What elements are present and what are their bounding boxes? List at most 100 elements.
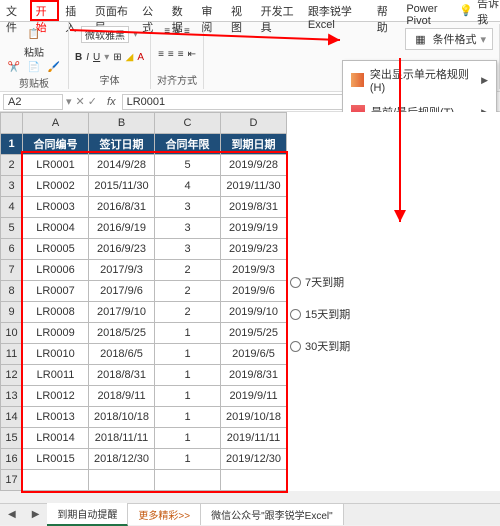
cell[interactable]: 2018/5/25 [89,323,155,344]
align-top-icon[interactable]: ≡ [164,26,170,37]
menu-file[interactable]: 文件 [0,0,30,21]
menu-review[interactable]: 审阅 [195,0,225,21]
grid[interactable]: A B C D 1 合同编号 签订日期 合同年限 到期日期 2LR0001201… [0,112,287,491]
cell[interactable]: LR0014 [23,428,89,449]
fill-color-button[interactable]: ◢ [126,52,134,63]
select-all-corner[interactable] [1,113,23,134]
cell[interactable]: 2019/10/18 [221,407,287,428]
col-C[interactable]: C [155,113,221,134]
cell[interactable]: 2018/11/11 [89,428,155,449]
cell[interactable]: 2019/9/28 [221,155,287,176]
col-A[interactable]: A [23,113,89,134]
cell[interactable]: 3 [155,197,221,218]
menu-pagelayout[interactable]: 页面布局 [89,0,136,21]
hdr-sign[interactable]: 签订日期 [89,134,155,155]
row-6[interactable]: 6 [1,239,23,260]
cell[interactable]: LR0011 [23,365,89,386]
menu-insert[interactable]: 插入 [59,0,89,21]
name-box[interactable]: A2 [3,94,63,110]
row-5[interactable]: 5 [1,218,23,239]
row-4[interactable]: 4 [1,197,23,218]
cell[interactable]: LR0008 [23,302,89,323]
cell[interactable]: 1 [155,407,221,428]
cell[interactable]: 1 [155,386,221,407]
align-bot-icon[interactable]: ≡ [184,26,190,37]
cell[interactable]: 2014/9/28 [89,155,155,176]
radio-7d[interactable]: 7天到期 [290,274,350,290]
cell[interactable]: 2019/11/11 [221,428,287,449]
align-center-icon[interactable]: ≡ [168,49,174,60]
tellme-label[interactable]: 告诉我 [477,0,500,27]
cell[interactable]: 2019/8/31 [221,197,287,218]
menu-data[interactable]: 数据 [166,0,196,21]
cell[interactable]: 2 [155,302,221,323]
menu-help[interactable]: 帮助 [371,0,401,21]
cell[interactable]: 2019/9/11 [221,386,287,407]
bold-button[interactable]: B [75,52,82,63]
indent-icon[interactable]: ⇤ [188,49,196,60]
cell[interactable]: 2017/9/3 [89,260,155,281]
cell[interactable]: LR0004 [23,218,89,239]
cell[interactable]: 5 [155,155,221,176]
format-painter-icon[interactable]: 🖌️ [46,59,62,75]
font-selector[interactable]: 微软雅黑 [81,26,129,43]
cell[interactable]: 2018/9/11 [89,386,155,407]
cell[interactable]: LR0012 [23,386,89,407]
radio-30d[interactable]: 30天到期 [290,338,350,354]
cell[interactable]: 2019/9/6 [221,281,287,302]
menu-formulas[interactable]: 公式 [136,0,166,21]
row-8[interactable]: 8 [1,281,23,302]
dd-highlight-rules[interactable]: 突出显示单元格规则(H)▶ [343,61,496,99]
row-15[interactable]: 15 [1,428,23,449]
cell[interactable]: LR0010 [23,344,89,365]
cell[interactable]: 2019/9/3 [221,260,287,281]
col-B[interactable]: B [89,113,155,134]
cell[interactable]: 2019/9/19 [221,218,287,239]
tab-nav-next[interactable]: ▶ [24,509,48,520]
cell[interactable]: 2018/8/31 [89,365,155,386]
cell[interactable]: 2018/6/5 [89,344,155,365]
cell[interactable]: 2019/6/5 [221,344,287,365]
cell[interactable]: 1 [155,449,221,470]
cell[interactable]: 2017/9/10 [89,302,155,323]
cell[interactable]: LR0001 [23,155,89,176]
row-7[interactable]: 7 [1,260,23,281]
hdr-id[interactable]: 合同编号 [23,134,89,155]
cell[interactable]: LR0003 [23,197,89,218]
conditional-format-button[interactable]: ▦ 条件格式 ▾ [405,28,493,50]
menu-developer[interactable]: 开发工具 [255,0,302,21]
cell[interactable]: LR0002 [23,176,89,197]
copy-icon[interactable]: 📄 [26,59,42,75]
paste-button[interactable]: 📋 粘贴 [24,26,44,59]
hdr-due[interactable]: 到期日期 [221,134,287,155]
cell[interactable]: 2018/10/18 [89,407,155,428]
cell[interactable]: 2019/8/31 [221,365,287,386]
cell[interactable]: 2 [155,260,221,281]
cell[interactable]: 2019/9/23 [221,239,287,260]
cell[interactable]: 2015/11/30 [89,176,155,197]
cell[interactable]: 2019/11/30 [221,176,287,197]
cell[interactable]: 2019/9/10 [221,302,287,323]
row-2[interactable]: 2 [1,155,23,176]
radio-15d[interactable]: 15天到期 [290,306,350,322]
cell[interactable]: 2019/5/25 [221,323,287,344]
cell[interactable]: 1 [155,365,221,386]
underline-button[interactable]: U [93,52,100,63]
row-16[interactable]: 16 [1,449,23,470]
cell[interactable]: 4 [155,176,221,197]
menu-home[interactable]: 开始 [30,0,60,21]
cell[interactable]: 2018/12/30 [89,449,155,470]
border-button[interactable]: ⊞ [113,52,121,63]
row-14[interactable]: 14 [1,407,23,428]
cell[interactable]: LR0006 [23,260,89,281]
tab-more[interactable]: 更多精彩>> [128,504,201,525]
row-3[interactable]: 3 [1,176,23,197]
tab-nav-prev[interactable]: ◀ [0,509,24,520]
cell[interactable]: 3 [155,218,221,239]
cell[interactable]: 2016/8/31 [89,197,155,218]
fx-icon[interactable]: fx [101,96,122,108]
cell[interactable]: 1 [155,428,221,449]
row-11[interactable]: 11 [1,344,23,365]
cell[interactable]: 3 [155,239,221,260]
font-color-button[interactable]: A [137,52,144,63]
